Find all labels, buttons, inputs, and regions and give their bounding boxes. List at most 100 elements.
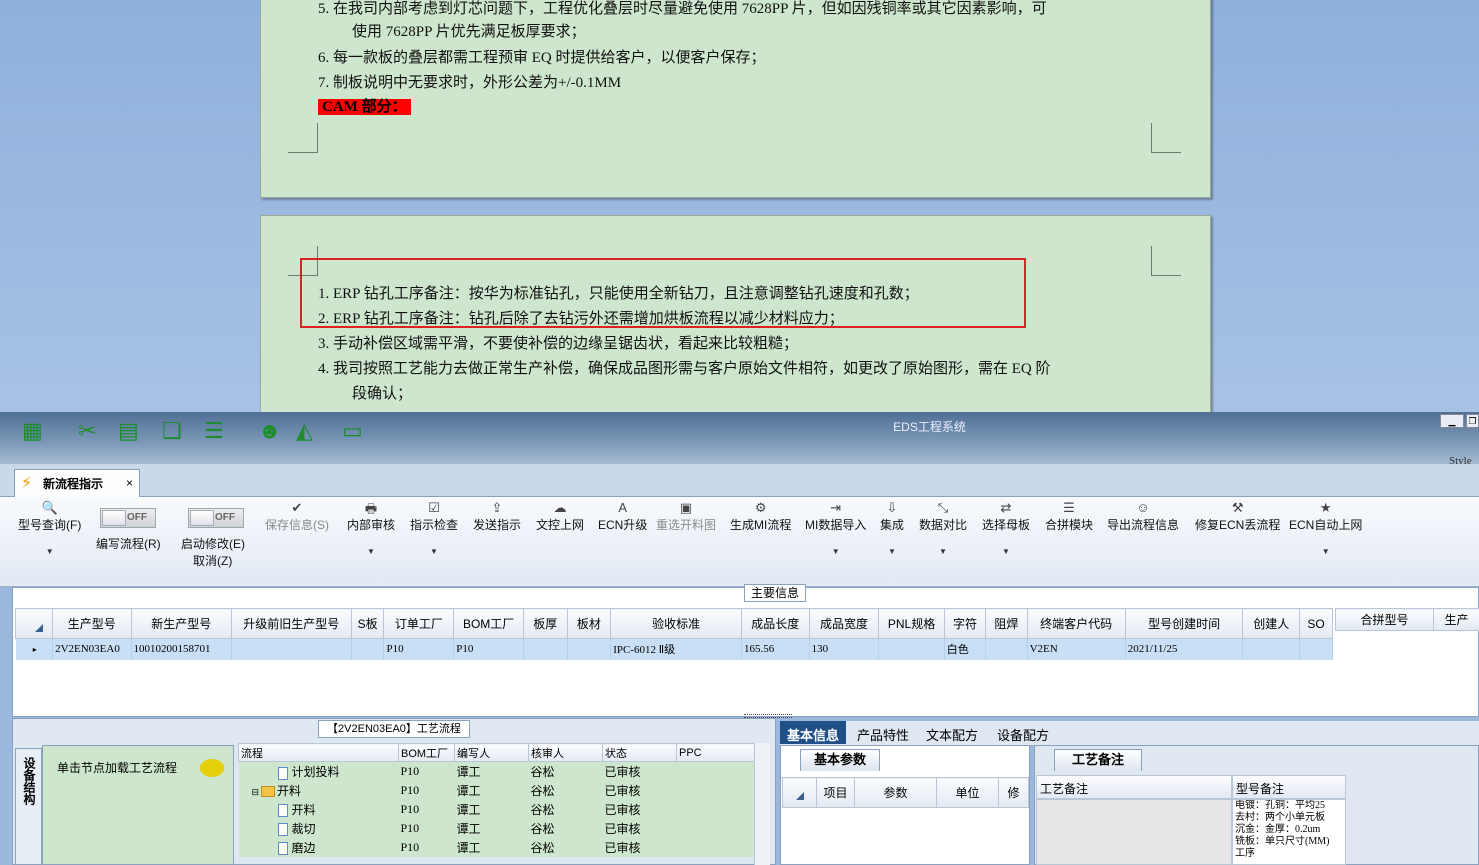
grid-col-header[interactable]: 生产型号 [52, 608, 132, 639]
grid-col-header[interactable]: BOM工厂 [453, 608, 524, 639]
table-cell[interactable]: 白色 [944, 638, 987, 660]
grid-col-header[interactable]: PNL规格 [878, 608, 945, 639]
tree-col-header[interactable]: 核审人 [528, 743, 603, 762]
table-row[interactable]: ▸ 2V2EN03EA0 10010200158701 P10 P10 IPC-6012 … [15, 638, 1333, 660]
tree-node[interactable]: ⊟ 开料 [238, 780, 399, 800]
tree-row[interactable]: 裁切 P10 谭工 谷松 已审核 [238, 818, 755, 838]
table-cell[interactable] [567, 638, 612, 660]
craft-remark-text[interactable] [1036, 799, 1232, 865]
grid-col-header[interactable]: 升级前旧生产型号 [230, 608, 352, 639]
grid-col-header[interactable]: 字符 [943, 608, 987, 639]
tree-scrollbar[interactable] [754, 743, 770, 865]
tab-product-features[interactable]: 产品特性 [850, 721, 916, 744]
grid-col-header[interactable]: S板 [350, 608, 385, 639]
table-cell[interactable]: 165.56 [741, 638, 810, 660]
param-col-header[interactable]: 项目 [816, 777, 855, 808]
param-col-header[interactable]: 单位 [936, 777, 999, 808]
tree-col-header[interactable]: 流程 [238, 743, 399, 762]
merge-col-header[interactable]: 合拼型号 [1335, 608, 1434, 631]
grid-col-header[interactable]: 创建人 [1242, 608, 1301, 639]
grid-col-header[interactable]: 成品长度 [741, 608, 810, 639]
edit-flow-toggle[interactable]: OFF [100, 508, 156, 528]
ribbon-integrate[interactable]: ⇩ 集成 ▼ [880, 500, 904, 556]
grid-col-header[interactable]: 板材 [566, 608, 612, 639]
table-cell[interactable] [523, 638, 568, 660]
tree-cell [676, 761, 755, 781]
table-cell[interactable]: 2021/11/25 [1125, 638, 1244, 660]
craft-remark-tab[interactable]: 工艺备注 [1054, 749, 1142, 771]
merge-col-header[interactable]: 生产 [1433, 608, 1479, 631]
ribbon-internal-review[interactable]: 🖶 内部审核 ▼ [347, 500, 395, 556]
table-cell[interactable] [985, 638, 1028, 660]
minimize-button[interactable]: ▁ [1440, 414, 1464, 428]
grid-col-header[interactable]: 成品宽度 [808, 608, 880, 639]
tree-node[interactable]: 裁切 [238, 818, 399, 838]
table-cell[interactable]: V2EN [1027, 638, 1126, 660]
table-cell[interactable] [1242, 638, 1301, 660]
tree-node[interactable]: 磨边 [238, 837, 399, 857]
table-cell[interactable] [231, 638, 352, 660]
tree-row[interactable]: ⊟ 开料 P10 谭工 谷松 已审核 [238, 780, 755, 800]
ribbon-merge-module[interactable]: ☰ 合拼模块 [1045, 500, 1093, 533]
grid-col-header[interactable]: 阻焊 [985, 608, 1028, 639]
tab-basic-info[interactable]: 基本信息 [780, 721, 847, 744]
tree-col-header[interactable]: BOM工厂 [398, 743, 455, 762]
table-cell[interactable] [351, 638, 385, 660]
tab-new-process[interactable]: ⚡ 新流程指示 × [14, 469, 140, 498]
grid-col-header[interactable]: 验收标准 [610, 608, 742, 639]
model-remark-text[interactable]: 电镀：孔铜：平均25 去村：两个小单元板 沉金：金厚：0.2um 铣板：单只尺寸(MM… [1232, 799, 1346, 865]
grid-col-header[interactable]: 订单工厂 [383, 608, 455, 639]
ribbon-compare[interactable]: ⤡ 数据对比 ▼ [919, 500, 967, 556]
table-cell[interactable] [878, 638, 945, 660]
ribbon-export-info[interactable]: ☺ 导出流程信息 [1107, 500, 1179, 533]
basic-params-tab[interactable]: 基本参数 [800, 749, 880, 771]
tree-node[interactable]: 开料 [238, 799, 399, 819]
ribbon-mi-import[interactable]: ⇥ MI数据导入 ▼ [805, 500, 866, 556]
tab-text-recipe[interactable]: 文本配方 [919, 721, 985, 744]
tree-row[interactable]: 磨边 P10 谭工 谷松 已审核 [238, 837, 755, 857]
ribbon-generate-mi[interactable]: ⚙ 生成MI流程 [730, 500, 791, 533]
ribbon-select-mother[interactable]: ⇄ 选择母板 ▼ [982, 500, 1030, 556]
tree-row[interactable]: 计划投料 P10 谭工 谷松 已审核 [238, 761, 755, 781]
grid-col-header[interactable]: 板厚 [523, 608, 568, 639]
ribbon-reselect-cut[interactable]: ▣ 重选开料图 [656, 500, 716, 533]
query-button[interactable]: 🔍 型号查询(F) ▼ [18, 500, 81, 556]
save-info-button[interactable]: ✔ 保存信息(S) [265, 500, 329, 533]
grid-col-header[interactable]: 终端客户代码 [1026, 608, 1126, 639]
ribbon-check[interactable]: ☑ 指示检查 ▼ [410, 500, 458, 556]
grid-col-header[interactable]: 新生产型号 [130, 608, 232, 639]
ribbon-fix-ecn[interactable]: ⚒ 修复ECN丢流程 [1195, 500, 1280, 533]
tree-col-header[interactable]: 编写人 [454, 743, 529, 762]
tree-node[interactable]: 计划投料 [238, 761, 399, 781]
ribbon-send[interactable]: ⇪ 发送指示 [473, 500, 521, 533]
tree-col-header[interactable]: PPC [676, 743, 755, 762]
chevron-down-icon[interactable]: ▼ [18, 547, 81, 556]
grid-col-header[interactable]: SO [1299, 608, 1333, 639]
params-header-row: 项目 参数 单位修 [782, 777, 1029, 808]
cancel-label[interactable]: 取消(Z) [193, 552, 232, 569]
ribbon-doc-online[interactable]: ☁ 文控上网 [536, 500, 584, 533]
table-cell[interactable]: 2V2EN03EA0 [52, 638, 132, 660]
ribbon-ecn-auto[interactable]: ★ ECN自动上网 ▼ [1289, 500, 1362, 556]
param-col-header[interactable]: 修 [998, 777, 1029, 808]
ribbon-ecn-upgrade[interactable]: A ECN升级 [598, 500, 647, 533]
tree-col-header[interactable]: 状态 [602, 743, 677, 762]
grid-col-header[interactable]: 型号创建时间 [1124, 608, 1244, 639]
model-remark-line: 去村：两个小单元板 [1235, 812, 1325, 823]
table-cell[interactable]: P10 [453, 638, 524, 660]
start-modify-toggle[interactable]: OFF [188, 508, 244, 528]
vertical-tab-equipment[interactable]: 设备结构 [15, 748, 42, 865]
close-icon[interactable]: × [126, 476, 133, 490]
row-indicator-header [782, 777, 817, 808]
collapse-icon[interactable]: ⊟ [252, 787, 260, 797]
table-cell[interactable] [1299, 638, 1333, 660]
document-icon [277, 823, 288, 837]
restore-button[interactable]: ❐ [1466, 414, 1479, 428]
table-cell[interactable]: IPC-6012 Ⅱ级 [610, 638, 742, 660]
table-cell[interactable]: 10010200158701 [131, 638, 232, 660]
table-cell[interactable]: P10 [383, 638, 455, 660]
param-col-header[interactable]: 参数 [854, 777, 937, 808]
tab-equipment-recipe[interactable]: 设备配方 [990, 721, 1056, 744]
tree-row[interactable]: 开料 P10 谭工 谷松 已审核 [238, 799, 755, 819]
table-cell[interactable]: 130 [809, 638, 880, 660]
